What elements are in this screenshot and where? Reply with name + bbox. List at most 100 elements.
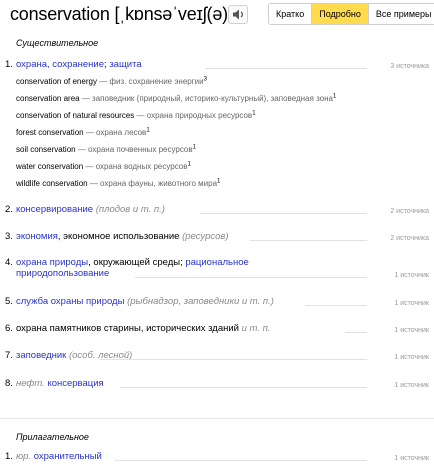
meaning-number: 8. (5, 378, 13, 389)
meaning-text: служба охраны природы (рыбнадзор, запове… (16, 296, 274, 307)
part-of-speech-noun: Существительное (16, 38, 99, 48)
example-source-count[interactable]: 1 (146, 127, 149, 133)
meaning-text: охрана памятников старины, исторических … (16, 323, 271, 334)
source-count[interactable]: 1 источник (391, 325, 429, 336)
example-dash: — (96, 77, 110, 86)
usage-note: и т. п. (241, 323, 271, 334)
dotted-leader (200, 213, 367, 214)
tab-short[interactable]: Кратко (269, 4, 312, 24)
example-phrase: forest conservation — охрана лесов1 (16, 127, 150, 138)
meaning-number: 2. (5, 204, 13, 215)
translation-link[interactable]: защита (109, 59, 141, 70)
usage-note: нефт. (16, 378, 45, 389)
meaning-number: 7. (5, 350, 13, 361)
example-dash: — (75, 145, 89, 154)
dotted-leader (345, 332, 367, 333)
domain-label: юр. (16, 451, 32, 462)
example-english: forest conservation (16, 128, 84, 137)
tab-detailed[interactable]: Подробно (311, 4, 368, 24)
example-phrase: conservation of energy — физ. сохранение… (16, 76, 207, 87)
plain-text: , экономное использование (57, 231, 183, 242)
example-english: conservation of energy (16, 77, 97, 86)
translation-link[interactable]: рациональное (185, 257, 248, 268)
example-english: wildlife conservation (16, 179, 88, 188)
dotted-leader (120, 387, 367, 388)
translation-link[interactable]: природопользование (16, 268, 109, 279)
plain-text: , окружающей среды; (88, 257, 186, 268)
source-count[interactable]: 2 источника (387, 233, 429, 244)
speaker-icon (233, 9, 243, 20)
audio-button[interactable] (228, 5, 248, 24)
example-translation: охрана водных ресурсов (95, 162, 188, 171)
source-count[interactable]: 1 источник (391, 352, 429, 363)
dotted-leader (305, 305, 367, 306)
meaning-number: 1. (5, 451, 13, 462)
example-dash: — (87, 179, 101, 188)
dotted-leader (205, 68, 367, 69)
meaning-text: консервирование (плодов и т. п.) (16, 204, 165, 215)
source-count[interactable]: 1 источник (391, 380, 429, 391)
translation-link[interactable]: служба охраны природы (16, 296, 124, 307)
example-source-count[interactable]: 1 (333, 93, 336, 99)
example-source-count[interactable]: 1 (217, 178, 220, 184)
example-dash: — (79, 94, 93, 103)
example-phrase: soil conservation — охрана почвенных рес… (16, 144, 196, 155)
section-divider (0, 418, 434, 419)
usage-note: (ресурсов) (182, 231, 229, 242)
translation-link[interactable]: охрана природы (16, 257, 88, 268)
meaning-number: 3. (5, 231, 13, 242)
translation-link[interactable]: экономия (16, 231, 58, 242)
translation-link[interactable]: заповедник (16, 350, 66, 361)
source-count[interactable]: 3 источника (387, 61, 429, 72)
meaning-text: юр. охранительный (16, 451, 102, 462)
dotted-leader (115, 460, 367, 461)
example-translation: охрана лесов (96, 128, 147, 137)
example-source-count[interactable]: 1 (193, 144, 196, 150)
example-english: conservation of natural resources (16, 111, 135, 120)
usage-note: (плодов и т. п.) (95, 204, 165, 215)
example-phrase: water conservation — охрана водных ресур… (16, 161, 191, 172)
translation-link[interactable]: охрана, сохранение (16, 59, 104, 70)
header: conservation [ˌkɒnsəˈveɪʃ(ə)n] Кратко По… (10, 3, 434, 27)
example-translation: заповедник (природный, историко-культурн… (92, 94, 333, 103)
source-count[interactable]: 2 источника (387, 206, 429, 217)
meaning-number: 6. (5, 323, 13, 334)
translation-link[interactable]: консервация (47, 378, 103, 389)
meaning-number: 1. (5, 59, 13, 70)
example-dash: — (83, 162, 96, 171)
example-source-count[interactable]: 3 (204, 76, 207, 82)
part-of-speech-adjective: Прилагательное (16, 432, 89, 442)
example-phrase: conservation area — заповедник (природны… (16, 93, 336, 104)
source-count[interactable]: 1 источник (391, 453, 429, 464)
dotted-leader (135, 277, 367, 278)
example-english: conservation area (16, 94, 80, 103)
translation-link[interactable]: консервирование (16, 204, 93, 215)
meaning-number: 4. (5, 257, 13, 268)
word-text: conservation (10, 4, 110, 24)
meaning-number: 5. (5, 296, 13, 307)
meaning-text: экономия, экономное использование (ресур… (16, 231, 229, 242)
example-english: water conservation (16, 162, 84, 171)
source-count[interactable]: 1 источник (391, 298, 429, 309)
meaning-text: охрана природы, окружающей среды; рацион… (16, 257, 249, 279)
example-english: soil conservation (16, 145, 76, 154)
meaning-text: нефт. консервация (16, 378, 104, 389)
example-source-count[interactable]: 1 (252, 110, 255, 116)
example-translation: охрана природных ресурсов (146, 111, 253, 120)
example-translation: охрана почвенных ресурсов (88, 145, 193, 154)
transcription: [ˌkɒnsəˈveɪʃ(ə)n] (114, 4, 243, 24)
source-count[interactable]: 1 источник (391, 270, 429, 281)
meaning-text: охрана, сохранение; защита (16, 59, 142, 70)
example-translation: физ. сохранение энергии (109, 77, 204, 86)
view-tabs: Кратко Подробно Все примеры (268, 3, 434, 25)
example-dash: — (134, 111, 147, 120)
tab-all-examples[interactable]: Все примеры (367, 4, 434, 24)
dotted-leader (100, 359, 367, 360)
example-dash: — (83, 128, 97, 137)
example-phrase: wildlife conservation — охрана фауны, жи… (16, 178, 220, 189)
translation-link[interactable]: охранительный (34, 451, 102, 462)
dotted-leader (250, 240, 367, 241)
plain-text: охрана памятников старины, исторических … (16, 323, 242, 334)
example-source-count[interactable]: 1 (188, 161, 191, 167)
example-translation: охрана фауны, животного мира (100, 179, 218, 188)
